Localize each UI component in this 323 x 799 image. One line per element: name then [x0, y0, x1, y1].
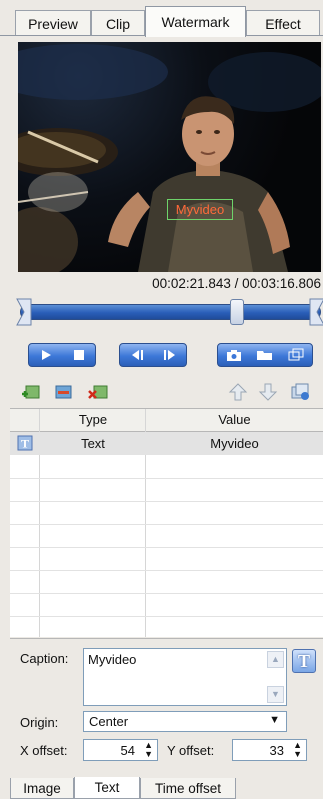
snapshot-button[interactable] — [222, 345, 246, 365]
x-offset-value: 54 — [120, 743, 135, 758]
svg-text:T: T — [21, 437, 29, 451]
table-header: Type Value — [10, 409, 323, 432]
cell-value: Myvideo — [210, 436, 259, 451]
row-divider — [10, 501, 323, 502]
tab-image[interactable]: Image — [10, 778, 74, 799]
video-preview[interactable]: Myvideo — [18, 42, 321, 272]
x-offset-stepper[interactable]: 54 ▲ ▼ — [83, 739, 158, 761]
arrow-up-icon — [228, 383, 248, 401]
row-divider — [10, 524, 323, 525]
move-up-button[interactable] — [228, 382, 248, 402]
snapshot-controls — [217, 343, 313, 367]
bottom-tab-bar: Image Text Time offset — [10, 777, 323, 799]
seek-handle[interactable] — [230, 299, 244, 325]
row-divider — [10, 547, 323, 548]
tab-watermark[interactable]: Watermark — [145, 6, 246, 37]
delete-icon — [88, 385, 108, 399]
text-font-button[interactable]: T — [292, 649, 316, 673]
add-icon — [22, 385, 40, 399]
playback-controls — [28, 343, 96, 367]
caption-label: Caption: — [20, 651, 69, 666]
watermark-toolbar — [20, 380, 321, 404]
y-offset-stepper[interactable]: 33 ▲ ▼ — [232, 739, 307, 761]
layers-icon — [291, 383, 309, 400]
origin-select[interactable]: Center ▼ — [83, 711, 287, 732]
origin-label: Origin: — [20, 715, 59, 730]
column-header-type[interactable]: Type — [40, 412, 146, 427]
add-watermark-button[interactable] — [20, 382, 40, 402]
watermark-text: Myvideo — [175, 202, 225, 217]
next-frame-icon — [163, 350, 175, 360]
watermark-overlay[interactable]: Myvideo — [167, 199, 233, 220]
row-divider — [10, 616, 323, 617]
dropdown-arrow-icon: ▼ — [269, 714, 280, 726]
previous-frame-icon — [131, 350, 143, 360]
scroll-up-button[interactable]: ▲ — [267, 651, 284, 668]
stop-button[interactable] — [67, 345, 91, 365]
y-offset-value: 33 — [269, 743, 284, 758]
next-frame-button[interactable] — [158, 345, 182, 365]
edit-watermark-button[interactable] — [54, 382, 74, 402]
seek-start-marker[interactable] — [16, 298, 32, 326]
stop-icon — [73, 350, 84, 360]
top-tab-bar: Preview Clip Watermark Effect — [0, 0, 323, 37]
folder-icon — [256, 351, 272, 360]
window-button[interactable] — [284, 345, 308, 365]
y-offset-label: Y offset: — [167, 743, 215, 758]
edit-icon — [55, 385, 72, 399]
open-folder-button[interactable] — [253, 345, 277, 365]
watermark-table: Type Value T Text Myvideo — [10, 408, 323, 637]
cell-type: Text — [81, 436, 105, 451]
arrow-down-icon — [258, 383, 278, 401]
delete-watermark-button[interactable] — [88, 382, 108, 402]
tab-time-offset[interactable]: Time offset — [140, 778, 236, 799]
spin-arrows-icon[interactable]: ▲ ▼ — [144, 741, 153, 759]
origin-value: Center — [89, 714, 129, 729]
spin-arrows-icon[interactable]: ▲ ▼ — [293, 741, 302, 759]
tab-preview[interactable]: Preview — [15, 10, 91, 36]
column-header-value[interactable]: Value — [146, 412, 323, 427]
seek-bar[interactable] — [16, 298, 323, 326]
row-divider — [10, 570, 323, 571]
previous-frame-button[interactable] — [125, 345, 149, 365]
play-icon — [41, 350, 51, 360]
x-offset-label: X offset: — [20, 743, 68, 758]
play-button[interactable] — [34, 345, 58, 365]
camera-icon — [226, 350, 241, 361]
timecode-display: 00:02:21.843 / 00:03:16.806 — [152, 276, 321, 291]
scroll-down-button[interactable]: ▼ — [267, 686, 284, 703]
video-frame-image — [18, 44, 321, 272]
tab-effect[interactable]: Effect — [246, 10, 320, 36]
row-divider — [10, 478, 323, 479]
row-divider — [10, 593, 323, 594]
caption-value: Myvideo — [88, 652, 137, 667]
text-type-icon: T — [17, 435, 33, 451]
tab-text[interactable]: Text — [74, 777, 140, 799]
text-format-icon: T — [297, 651, 310, 671]
caption-textarea[interactable]: Myvideo ▲ ▼ — [83, 648, 287, 706]
seek-end-marker[interactable] — [309, 298, 323, 326]
seek-track[interactable] — [20, 304, 321, 320]
properties-button[interactable] — [290, 382, 310, 402]
frame-step-controls — [119, 343, 187, 367]
move-down-button[interactable] — [258, 382, 278, 402]
watermark-properties-panel: Caption: Myvideo ▲ ▼ T Origin: Center ▼ … — [10, 638, 323, 799]
tab-clip[interactable]: Clip — [91, 10, 145, 36]
window-icon — [288, 348, 304, 361]
